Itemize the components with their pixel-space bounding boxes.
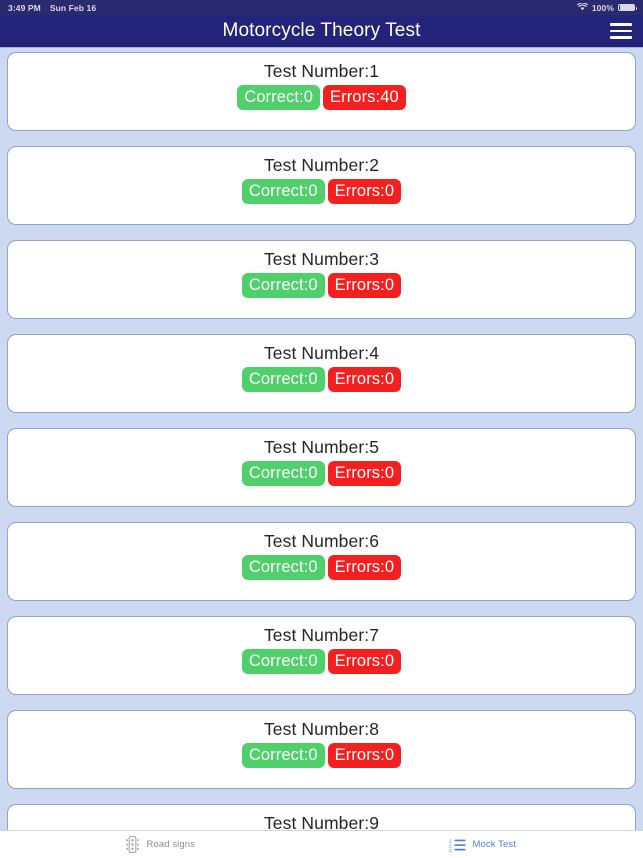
test-card-score-row: Correct:0 Errors:40 — [8, 85, 635, 110]
errors-badge: Errors:0 — [327, 273, 402, 298]
test-card-score-row: Correct:0 Errors:0 — [8, 461, 635, 486]
errors-badge: Errors:0 — [327, 555, 402, 580]
wifi-icon — [576, 1, 588, 13]
correct-badge: Correct:0 — [241, 273, 325, 298]
test-card-title: Test Number:7 — [263, 625, 380, 645]
status-bar-left: 3:49 PM Sun Feb 16 — [8, 3, 96, 13]
tab-mock-test[interactable]: 1 2 3 Mock Test — [322, 831, 643, 858]
test-card-score-row: Correct:0 Errors:0 — [8, 179, 635, 204]
tab-label-mock-test: Mock Test — [472, 839, 516, 850]
correct-badge: Correct:0 — [237, 85, 320, 110]
status-bar-right: 100% — [576, 1, 637, 13]
correct-badge: Correct:0 — [241, 367, 325, 392]
battery-full-icon — [618, 3, 637, 12]
test-card[interactable]: Test Number:1 Correct:0 Errors:40 — [7, 52, 636, 131]
test-card-score-row: Correct:0 Errors:0 — [8, 649, 635, 674]
battery-percent-label: 100% — [591, 2, 614, 13]
errors-badge: Errors:0 — [327, 367, 402, 392]
test-card-title: Test Number:1 — [263, 61, 380, 81]
traffic-light-icon — [126, 836, 140, 853]
status-bar: 3:49 PM Sun Feb 16 100% — [0, 0, 643, 15]
tab-road-signs[interactable]: Road signs — [0, 831, 322, 858]
bottom-tab-bar: Road signs 1 2 3 Mock Test — [0, 830, 643, 858]
hamburger-menu-icon[interactable] — [606, 18, 636, 44]
test-card[interactable]: Test Number:8 Correct:0 Errors:0 — [7, 710, 636, 789]
test-card-title: Test Number:4 — [263, 343, 380, 363]
correct-badge: Correct:0 — [241, 743, 325, 768]
status-date: Sun Feb 16 — [49, 2, 97, 13]
ordered-list-icon: 1 2 3 — [449, 838, 466, 852]
errors-badge: Errors:0 — [327, 743, 402, 768]
page-title: Motorcycle Theory Test — [222, 20, 421, 41]
test-list[interactable]: Test Number:1 Correct:0 Errors:40 Test Numb… — [0, 48, 643, 830]
errors-badge: Errors:0 — [327, 461, 402, 486]
test-card-title: Test Number:9 — [263, 813, 380, 830]
errors-badge: Errors:0 — [327, 649, 402, 674]
test-card-title: Test Number:5 — [263, 437, 380, 457]
app-header: Motorcycle Theory Test — [0, 15, 643, 48]
test-card-score-row: Correct:0 Errors:0 — [8, 743, 635, 768]
correct-badge: Correct:0 — [241, 179, 325, 204]
test-card[interactable]: Test Number:2 Correct:0 Errors:0 — [7, 146, 636, 225]
correct-badge: Correct:0 — [241, 461, 325, 486]
test-card[interactable]: Test Number:4 Correct:0 Errors:0 — [7, 334, 636, 413]
test-card-score-row: Correct:0 Errors:0 — [8, 367, 635, 392]
test-card-title: Test Number:3 — [263, 249, 380, 269]
errors-badge: Errors:40 — [323, 85, 406, 110]
test-card[interactable]: Test Number:5 Correct:0 Errors:0 — [7, 428, 636, 507]
test-card[interactable]: Test Number:6 Correct:0 Errors:0 — [7, 522, 636, 601]
test-card-title: Test Number:6 — [263, 531, 380, 551]
tab-label-road-signs: Road signs — [146, 839, 196, 850]
errors-badge: Errors:0 — [327, 179, 402, 204]
test-card-title: Test Number:8 — [263, 719, 380, 739]
correct-badge: Correct:0 — [241, 649, 325, 674]
correct-badge: Correct:0 — [241, 555, 325, 580]
test-card[interactable]: Test Number:7 Correct:0 Errors:0 — [7, 616, 636, 695]
app-screen: 3:49 PM Sun Feb 16 100% Motorcycle Theor… — [0, 0, 643, 858]
test-card[interactable]: Test Number:3 Correct:0 Errors:0 — [7, 240, 636, 319]
test-card-score-row: Correct:0 Errors:0 — [8, 273, 635, 298]
test-card-title: Test Number:2 — [263, 155, 380, 175]
test-card[interactable]: Test Number:9Correct:0Errors:0 — [7, 804, 636, 830]
status-time: 3:49 PM — [8, 2, 41, 13]
svg-text:3: 3 — [449, 848, 452, 852]
test-card-score-row: Correct:0 Errors:0 — [8, 555, 635, 580]
